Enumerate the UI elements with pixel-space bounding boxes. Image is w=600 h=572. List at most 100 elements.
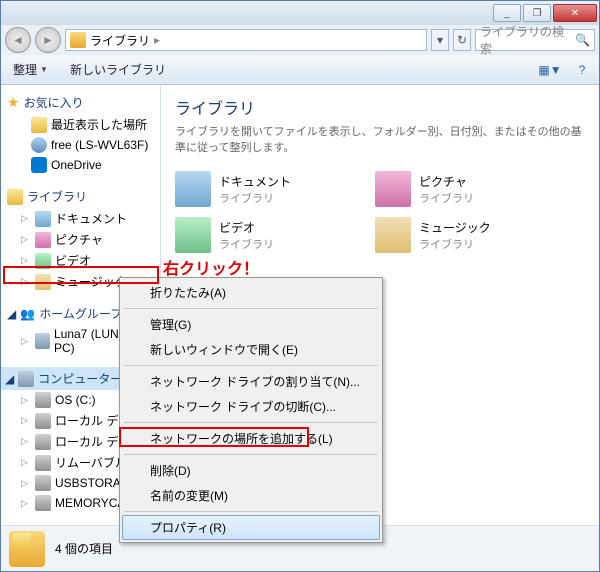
- mus-icon: [35, 274, 51, 290]
- library-name: ドキュメント: [219, 173, 291, 190]
- menu-item[interactable]: 折りたたみ(A): [122, 280, 380, 305]
- search-icon: 🔍: [575, 33, 590, 47]
- one-icon: [31, 157, 47, 173]
- doc-icon: [35, 211, 51, 227]
- menu-separator: [124, 422, 378, 423]
- recent-icon: [31, 117, 47, 133]
- library-name: ミュージック: [419, 219, 491, 236]
- maximize-button[interactable]: ❐: [523, 4, 551, 22]
- expand-icon[interactable]: ▷: [21, 213, 31, 224]
- organize-button[interactable]: 整理▼: [7, 58, 54, 81]
- titlebar: _ ❐ ✕: [1, 1, 599, 25]
- expand-icon[interactable]: ▷: [21, 498, 31, 509]
- library-item[interactable]: ピクチャライブラリ: [375, 171, 555, 207]
- menu-item[interactable]: 新しいウィンドウで開く(E): [122, 337, 380, 362]
- page-title: ライブラリ: [175, 95, 585, 119]
- menu-item[interactable]: 管理(G): [122, 312, 380, 337]
- close-button[interactable]: ✕: [553, 4, 597, 22]
- drv-icon: [35, 455, 51, 471]
- favorites-header[interactable]: ★お気に入り: [1, 91, 160, 114]
- libraries-header[interactable]: ライブラリ: [1, 185, 160, 208]
- folder-icon: [9, 531, 45, 567]
- nav-item-label: ミュージック: [55, 273, 127, 290]
- item-count: 4 個の項目: [55, 540, 113, 557]
- expand-icon[interactable]: ▷: [21, 457, 31, 468]
- menu-separator: [124, 365, 378, 366]
- library-item[interactable]: ドキュメントライブラリ: [175, 171, 355, 207]
- menu-item[interactable]: ネットワークの場所を追加する(L): [122, 426, 380, 451]
- expand-icon[interactable]: ▷: [21, 336, 31, 347]
- library-type: ライブラリ: [219, 236, 274, 252]
- body: ★お気に入り 最近表示した場所free (LS-WVL63F)OneDrive …: [1, 85, 599, 525]
- search-placeholder: ライブラリの検索: [480, 23, 571, 57]
- menu-item[interactable]: ネットワーク ドライブの切断(C)...: [122, 394, 380, 419]
- menu-separator: [124, 511, 378, 512]
- expand-icon[interactable]: ◢: [7, 307, 16, 321]
- expand-icon[interactable]: ◢: [5, 372, 14, 386]
- libraries-group: ライブラリ ▷ドキュメント▷ピクチャ▷ビデオ▷ミュージック: [1, 185, 160, 292]
- drv-icon: [35, 392, 51, 408]
- library-item[interactable]: ミュージックライブラリ: [375, 217, 555, 253]
- libraries-icon: [7, 189, 23, 205]
- new-library-button[interactable]: 新しいライブラリ: [64, 58, 172, 81]
- library-name: ピクチャ: [419, 173, 474, 190]
- search-input[interactable]: ライブラリの検索 🔍: [475, 29, 595, 51]
- libraries-icon: [70, 32, 86, 48]
- back-button[interactable]: ◄: [5, 27, 31, 53]
- nav-item[interactable]: 最近表示した場所: [1, 114, 160, 135]
- nav-item-label: ピクチャ: [55, 231, 103, 248]
- menu-item[interactable]: 削除(D): [122, 458, 380, 483]
- address-bar-row: ◄ ► ライブラリ ▸ ▾ ↻ ライブラリの検索 🔍: [1, 25, 599, 55]
- drv-icon: [35, 434, 51, 450]
- view-button[interactable]: ▦▼: [539, 59, 561, 81]
- menu-item[interactable]: 名前の変更(M): [122, 483, 380, 508]
- library-item[interactable]: ビデオライブラリ: [175, 217, 355, 253]
- doc-library-icon: [175, 171, 211, 207]
- address-bar[interactable]: ライブラリ ▸: [65, 29, 427, 51]
- nav-item[interactable]: ▷ ピクチャ: [1, 229, 160, 250]
- drv-icon: [35, 413, 51, 429]
- nav-item-label: OS (C:): [55, 393, 96, 407]
- address-dropdown[interactable]: ▾: [431, 29, 449, 51]
- page-subtitle: ライブラリを開いてファイルを表示し、フォルダー別、日付別、またはその他の基準に従…: [175, 123, 585, 155]
- expand-icon[interactable]: ▷: [21, 478, 31, 489]
- menu-item[interactable]: ネットワーク ドライブの割り当て(N)...: [122, 369, 380, 394]
- pic-library-icon: [375, 171, 411, 207]
- expand-icon[interactable]: ▷: [21, 276, 31, 287]
- forward-button[interactable]: ►: [35, 27, 61, 53]
- expand-icon[interactable]: ▷: [21, 415, 31, 426]
- expand-icon[interactable]: ▷: [21, 255, 31, 266]
- star-icon: ★: [7, 94, 20, 111]
- net-icon: [31, 137, 47, 153]
- breadcrumb[interactable]: ライブラリ: [90, 32, 150, 49]
- refresh-button[interactable]: ↻: [453, 29, 471, 51]
- explorer-window: _ ❐ ✕ ◄ ► ライブラリ ▸ ▾ ↻ ライブラリの検索 🔍 整理▼ 新しい…: [0, 0, 600, 572]
- pic-icon: [35, 232, 51, 248]
- chevron-down-icon: ▼: [40, 65, 48, 74]
- nav-item-label: 最近表示した場所: [51, 116, 147, 133]
- mus-library-icon: [375, 217, 411, 253]
- help-button[interactable]: ?: [571, 59, 593, 81]
- minimize-button[interactable]: _: [493, 4, 521, 22]
- nav-item[interactable]: free (LS-WVL63F): [1, 135, 160, 155]
- library-name: ビデオ: [219, 219, 274, 236]
- library-type: ライブラリ: [419, 236, 491, 252]
- library-type: ライブラリ: [419, 190, 474, 206]
- nav-item-label: OneDrive: [51, 158, 102, 172]
- expand-icon[interactable]: ▷: [21, 395, 31, 406]
- breadcrumb-separator-icon[interactable]: ▸: [154, 33, 160, 47]
- nav-item[interactable]: OneDrive: [1, 155, 160, 175]
- menu-separator: [124, 308, 378, 309]
- nav-item[interactable]: ▷ドキュメント: [1, 208, 160, 229]
- vid-icon: [35, 253, 51, 269]
- expand-icon[interactable]: ▷: [21, 436, 31, 447]
- drv-icon: [35, 475, 51, 491]
- nav-item[interactable]: ▷ ビデオ: [1, 250, 160, 271]
- user-icon: [35, 333, 50, 349]
- homegroup-icon: 👥: [20, 307, 35, 321]
- nav-item-label: ビデオ: [55, 252, 91, 269]
- menu-item[interactable]: プロパティ(R): [122, 515, 380, 540]
- expand-icon[interactable]: ▷: [21, 234, 31, 245]
- drv-icon: [35, 495, 51, 511]
- library-type: ライブラリ: [219, 190, 291, 206]
